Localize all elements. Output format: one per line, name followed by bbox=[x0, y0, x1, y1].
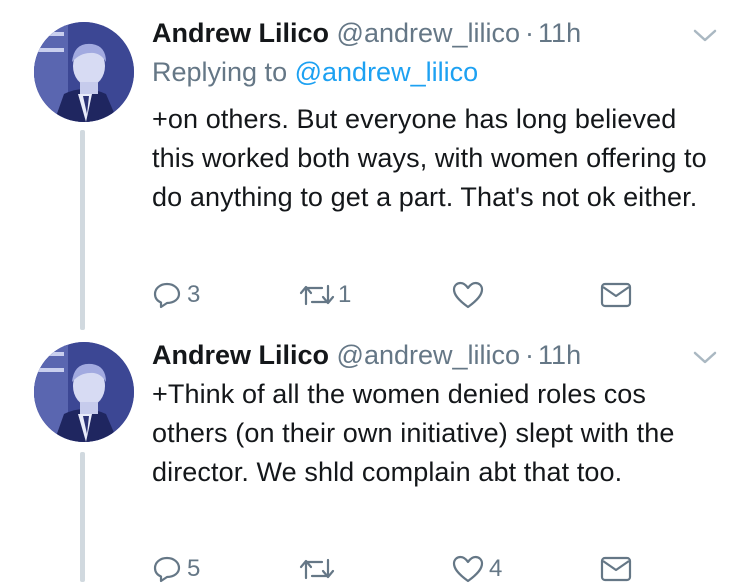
tweet[interactable]: Andrew Lilico @andrew_lilico · 11h Replyin… bbox=[0, 0, 749, 330]
dm-button[interactable] bbox=[600, 281, 632, 309]
reply-icon bbox=[153, 282, 181, 309]
author-name[interactable]: Andrew Lilico bbox=[152, 18, 329, 48]
avatar-image bbox=[34, 22, 134, 122]
retweet-count: 1 bbox=[338, 281, 352, 308]
retweet-button[interactable] bbox=[298, 554, 341, 584]
tweet-header: Andrew Lilico @andrew_lilico · 11h bbox=[152, 18, 581, 49]
tweet-header: Andrew Lilico @andrew_lilico · 11h bbox=[152, 340, 581, 371]
like-icon bbox=[452, 555, 484, 583]
replying-prefix: Replying to bbox=[152, 57, 288, 87]
like-button[interactable] bbox=[452, 280, 489, 310]
separator-dot: · bbox=[525, 18, 535, 48]
avatar[interactable] bbox=[34, 22, 134, 122]
retweet-icon bbox=[299, 284, 335, 306]
replying-mention-link[interactable]: @andrew_lilico bbox=[295, 57, 479, 87]
avatar-image bbox=[34, 342, 134, 442]
replying-to: Replying to @andrew_lilico bbox=[152, 57, 478, 88]
reply-button[interactable]: 5 bbox=[152, 554, 200, 584]
tweet-text: +on others. But everyone has long believ… bbox=[152, 104, 707, 212]
dm-icon bbox=[600, 282, 632, 308]
timestamp[interactable]: 11h bbox=[538, 340, 581, 370]
author-handle[interactable]: @andrew_lilico bbox=[337, 18, 521, 48]
retweet-icon bbox=[299, 558, 335, 580]
chevron-down-icon[interactable] bbox=[692, 22, 718, 48]
author-name[interactable]: Andrew Lilico bbox=[152, 340, 329, 370]
retweet-button[interactable]: 1 bbox=[298, 280, 351, 310]
separator-dot: · bbox=[525, 340, 535, 370]
tweet[interactable]: Andrew Lilico @andrew_lilico · 11h +Think … bbox=[0, 330, 749, 584]
author-handle[interactable]: @andrew_lilico bbox=[337, 340, 521, 370]
like-count: 4 bbox=[489, 555, 503, 582]
avatar[interactable] bbox=[34, 342, 134, 442]
tweet-text: +Think of all the women denied roles cos… bbox=[152, 379, 675, 487]
reply-count: 5 bbox=[187, 555, 201, 582]
reply-button[interactable]: 3 bbox=[152, 280, 200, 310]
like-icon bbox=[452, 281, 484, 309]
chevron-down-icon[interactable] bbox=[692, 344, 718, 370]
dm-button[interactable] bbox=[600, 555, 632, 583]
like-button[interactable]: 4 bbox=[452, 554, 502, 584]
reply-count: 3 bbox=[187, 281, 201, 308]
reply-icon bbox=[153, 556, 181, 583]
dm-icon bbox=[600, 556, 632, 582]
timestamp[interactable]: 11h bbox=[538, 18, 581, 48]
